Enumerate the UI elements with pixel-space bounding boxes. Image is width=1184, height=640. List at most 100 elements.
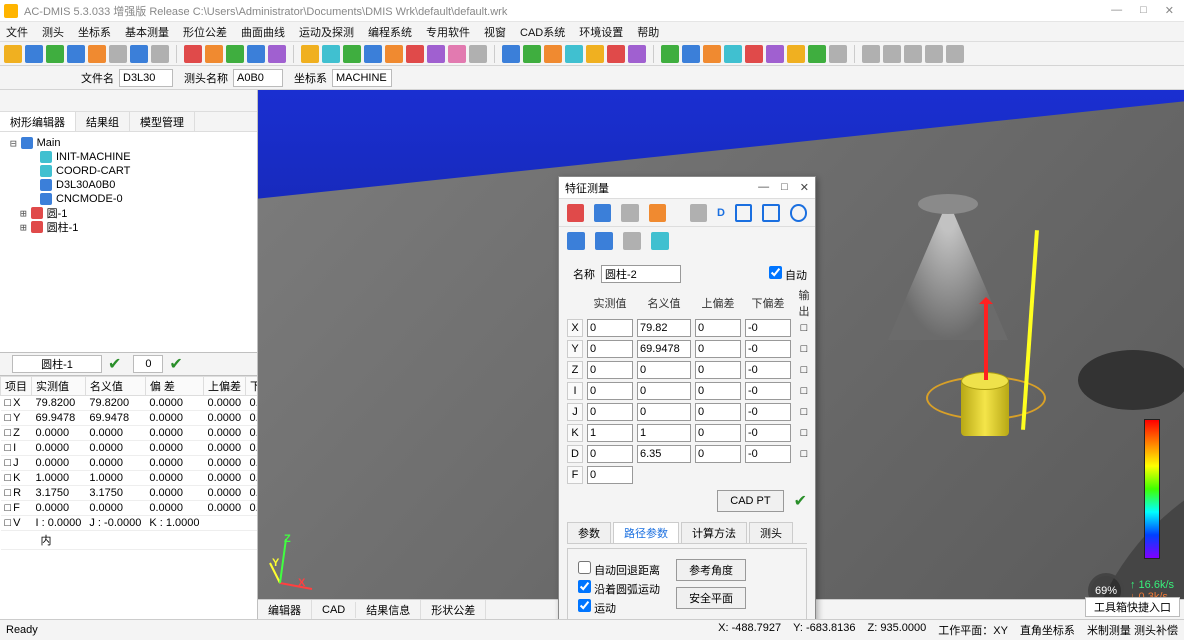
tool-tol7-icon[interactable]: [787, 45, 805, 63]
axis-X-n-input[interactable]: [637, 319, 691, 337]
table-row[interactable]: X79.820079.82000.00000.00000.0000: [1, 396, 258, 411]
vtab-cad[interactable]: CAD: [312, 602, 356, 618]
tool-shape-circ-icon[interactable]: [904, 45, 922, 63]
tool-tol3-icon[interactable]: [703, 45, 721, 63]
tool-shape-rect-icon[interactable]: [883, 45, 901, 63]
tool-circle-icon[interactable]: [385, 45, 403, 63]
dtab-path[interactable]: 路径参数: [613, 522, 679, 543]
axis-output-checkbox[interactable]: □: [795, 343, 813, 355]
treeview[interactable]: ⊟Main INIT-MACHINE COORD-CART D3L30A0B0 …: [0, 132, 257, 352]
tool-crd7-icon[interactable]: [628, 45, 646, 63]
axis-output-checkbox[interactable]: □: [795, 427, 813, 439]
table-row[interactable]: K1.00001.00000.00000.00000.0000: [1, 471, 258, 486]
menu-curve[interactable]: 曲面曲线: [241, 24, 285, 40]
table-row[interactable]: Y69.947869.94780.00000.00000.0000: [1, 411, 258, 426]
axis-J-m-input[interactable]: [587, 403, 633, 421]
tool-run-icon[interactable]: [226, 45, 244, 63]
toolbox-entry[interactable]: 工具箱快捷入口: [1085, 597, 1180, 617]
menu-file[interactable]: 文件: [6, 24, 28, 40]
axis-Z-n-input[interactable]: [637, 361, 691, 379]
dlg-pencil-icon[interactable]: [690, 204, 707, 222]
crd-field[interactable]: [332, 69, 392, 87]
dtab-param[interactable]: 参数: [567, 522, 611, 543]
tool-slot-icon[interactable]: [469, 45, 487, 63]
axis-K-n-input[interactable]: [637, 424, 691, 442]
axis-D-m-input[interactable]: [587, 445, 633, 463]
axis-J-ut-input[interactable]: [695, 403, 741, 421]
axis-Y-lt-input[interactable]: [745, 340, 791, 358]
menu-gdt[interactable]: 形位公差: [183, 24, 227, 40]
tool-line-icon[interactable]: [343, 45, 361, 63]
tool-point-icon[interactable]: [322, 45, 340, 63]
tab-results[interactable]: 结果组: [76, 112, 130, 131]
axis-X-lt-input[interactable]: [745, 319, 791, 337]
tool-crd5-icon[interactable]: [586, 45, 604, 63]
tool-crd4-icon[interactable]: [565, 45, 583, 63]
minimize-button[interactable]: —: [1111, 4, 1122, 17]
axis-output-checkbox[interactable]: □: [795, 322, 813, 334]
tool-tol1-icon[interactable]: [661, 45, 679, 63]
menu-help[interactable]: 帮助: [637, 24, 659, 40]
cadpt-accept-icon[interactable]: ✔: [794, 491, 807, 511]
tool-axis-icon[interactable]: [301, 45, 319, 63]
dialog-titlebar[interactable]: 特征测量 — □ ✕: [559, 177, 815, 199]
tab-model[interactable]: 模型管理: [130, 112, 195, 131]
auto-checkbox[interactable]: 自动: [769, 266, 807, 283]
dlg-cyl-letter-icon[interactable]: D: [717, 207, 725, 219]
vtab-tol[interactable]: 形状公差: [421, 600, 486, 620]
axis-X-m-input[interactable]: [587, 319, 633, 337]
tool-new-icon[interactable]: [4, 45, 22, 63]
dlg-erase-icon[interactable]: [567, 204, 584, 222]
menu-cad[interactable]: CAD系统: [520, 24, 565, 40]
axis-I-ut-input[interactable]: [695, 382, 741, 400]
ref-angle-button[interactable]: 参考角度: [676, 559, 746, 581]
opt-auto-back[interactable]: 自动回退距离: [578, 561, 660, 578]
dlg-eraser3-icon[interactable]: [595, 232, 613, 250]
tool-plane-icon[interactable]: [364, 45, 382, 63]
file-field[interactable]: [119, 69, 173, 87]
axis-Z-lt-input[interactable]: [745, 361, 791, 379]
dtab-probe[interactable]: 测头: [749, 522, 793, 543]
dlg-close-button[interactable]: ✕: [800, 181, 809, 194]
tool-shape-line-icon[interactable]: [862, 45, 880, 63]
axis-output-checkbox[interactable]: □: [795, 448, 813, 460]
menu-crd[interactable]: 坐标系: [78, 24, 111, 40]
axis-D-ut-input[interactable]: [695, 445, 741, 463]
tool-drop-icon[interactable]: [151, 45, 169, 63]
tree-item[interactable]: INIT-MACHINE: [4, 150, 253, 164]
axis-output-checkbox[interactable]: □: [795, 385, 813, 397]
axis-Y-m-input[interactable]: [587, 340, 633, 358]
feature-name-field[interactable]: [12, 355, 102, 373]
maximize-button[interactable]: □: [1140, 4, 1147, 17]
tree-item[interactable]: ⊞圆柱-1: [4, 220, 253, 234]
axis-Y-ut-input[interactable]: [695, 340, 741, 358]
accept2-icon[interactable]: ✔: [169, 354, 182, 374]
menu-prog[interactable]: 编程系统: [368, 24, 412, 40]
menu-special[interactable]: 专用软件: [426, 24, 470, 40]
close-button[interactable]: ✕: [1165, 4, 1174, 17]
menu-view[interactable]: 视窗: [484, 24, 506, 40]
table-row[interactable]: J0.00000.00000.00000.00000.0000: [1, 456, 258, 471]
axis-output-checkbox[interactable]: □: [795, 364, 813, 376]
table-row[interactable]: Z0.00000.00000.00000.00000.0000: [1, 426, 258, 441]
dlg-list-icon[interactable]: [621, 204, 638, 222]
tree-root[interactable]: ⊟Main: [4, 136, 253, 150]
tool-saveas-icon[interactable]: [67, 45, 85, 63]
axis-D-n-input[interactable]: [637, 445, 691, 463]
cad-pt-button[interactable]: CAD PT: [717, 490, 783, 512]
axis-I-n-input[interactable]: [637, 382, 691, 400]
tool-pause-icon[interactable]: [247, 45, 265, 63]
tool-crd1-icon[interactable]: [502, 45, 520, 63]
tool-save-icon[interactable]: [46, 45, 64, 63]
tool-tol2-icon[interactable]: [682, 45, 700, 63]
menu-probe[interactable]: 测头: [42, 24, 64, 40]
tool-edit-icon[interactable]: [184, 45, 202, 63]
tree-item[interactable]: D3L30A0B0: [4, 178, 253, 192]
tool-tol9-icon[interactable]: [829, 45, 847, 63]
axis-F-m-input[interactable]: [587, 466, 633, 484]
tool-open-icon[interactable]: [25, 45, 43, 63]
dlg-eraser2-icon[interactable]: [567, 232, 585, 250]
tab-tree[interactable]: 树形编辑器: [0, 112, 76, 131]
menu-env[interactable]: 环境设置: [579, 24, 623, 40]
dlg-circle-icon[interactable]: [790, 204, 807, 222]
